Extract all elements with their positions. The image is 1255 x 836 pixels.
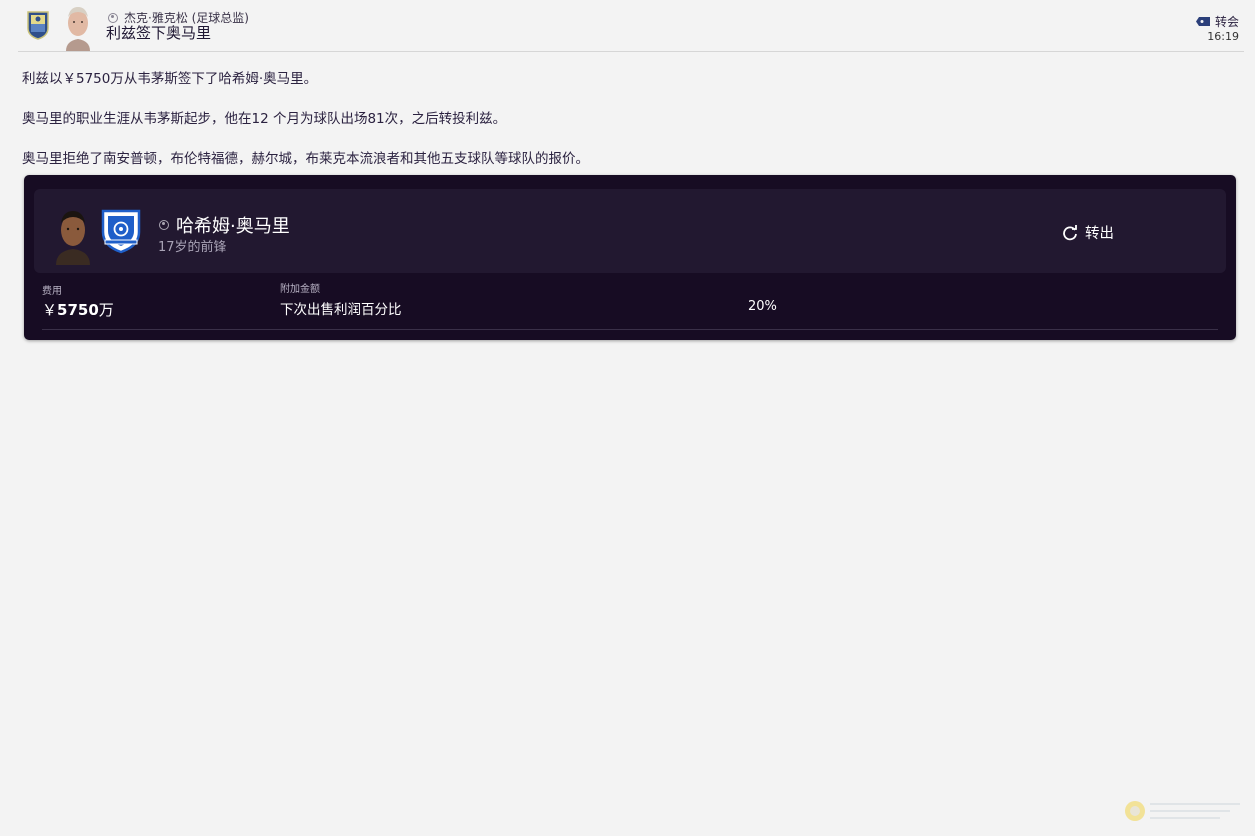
news-time: 16:19 — [1207, 30, 1239, 43]
fee-unit: 万 — [98, 301, 114, 319]
club-badge-icon[interactable] — [26, 10, 50, 40]
addon-label: 附加金额 — [280, 284, 320, 295]
addon-value: 20% — [748, 299, 777, 314]
watermark-logo — [1125, 801, 1240, 821]
article-paragraph: 利兹以￥5750万从韦茅斯签下了哈希姆·奥马里。 — [22, 71, 318, 87]
player-subtitle: 17岁的前锋 — [158, 240, 227, 255]
refresh-icon — [1063, 224, 1077, 240]
player-name[interactable]: 哈希姆·奥马里 — [176, 212, 290, 238]
addon-name: 下次出售利润百分比 — [280, 302, 402, 318]
person-icon — [159, 220, 169, 230]
divider — [42, 329, 1218, 330]
fee-currency: ￥ — [42, 301, 58, 319]
player-name-row: 哈希姆·奥马里 — [159, 212, 290, 238]
tag-icon — [1195, 17, 1210, 26]
fee-label: 费用 — [42, 286, 62, 297]
player-avatar[interactable] — [52, 205, 94, 265]
player-panel: 哈希姆·奥马里 17岁的前锋 转出 — [34, 189, 1226, 273]
transfer-card: 哈希姆·奥马里 17岁的前锋 转出 费用 ￥5750万 附加金额 下次出售利润百… — [24, 175, 1236, 340]
article-paragraph: 奥马里拒绝了南安普顿，布伦特福德，赫尔城，布莱克本流浪者和其他五支球队等球队的报… — [22, 151, 589, 167]
category-label: 转会 — [1214, 15, 1239, 29]
author-avatar[interactable] — [58, 3, 98, 51]
transfer-out-button[interactable]: 转出 — [1062, 222, 1114, 243]
fee-value: ￥5750万 — [42, 299, 114, 320]
fee-amount: 5750 — [57, 301, 99, 319]
article-paragraph: 奥马里的职业生涯从韦茅斯起步，他在12 个月为球队出场81次，之后转投利兹。 — [22, 111, 507, 127]
news-title: 利兹签下奥马里 — [106, 24, 212, 42]
news-header: 杰克·雅克松 (足球总监) 利兹签下奥马里 转会 16:19 — [18, 0, 1244, 52]
person-icon — [108, 12, 118, 23]
transfer-out-label: 转出 — [1085, 226, 1114, 242]
category-badge[interactable]: 转会 — [1195, 13, 1239, 30]
club-shield-icon[interactable] — [100, 208, 142, 254]
